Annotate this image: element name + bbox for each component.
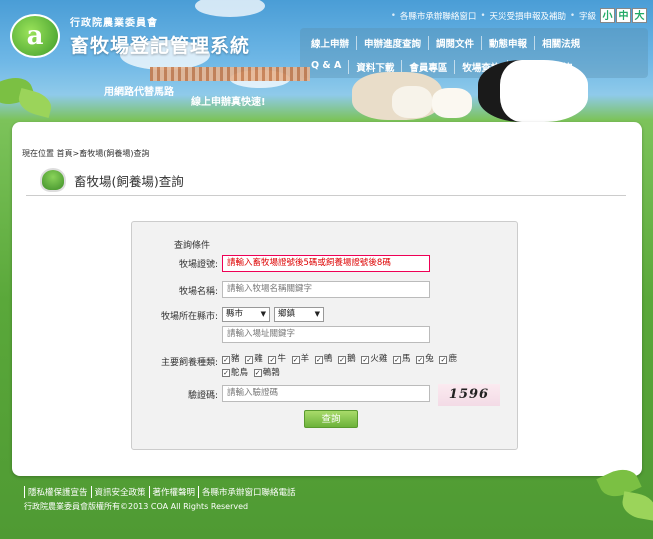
search-submit-button[interactable]: 查詢	[304, 410, 358, 428]
nav-row-1: 線上申辦 申辦進度查詢 調閱文件 動態申報 相關法規	[304, 36, 587, 50]
species-checkbox[interactable]: ✓ 雞	[245, 353, 263, 366]
county-label: 牧場所在縣市:	[160, 312, 218, 322]
coa-logo-icon[interactable]: a	[10, 14, 60, 58]
species-checkbox[interactable]: ✓ 火雞	[361, 353, 387, 366]
species-label-rabbit: 兔	[425, 354, 434, 364]
species-label-goose: 鵝	[347, 354, 356, 364]
species-label: 主要飼養種類:	[160, 358, 218, 368]
font-size-label: 字級	[578, 11, 596, 22]
page-header: 畜牧場(飼養場)查詢	[40, 168, 184, 192]
chevron-down-icon: ▼	[260, 310, 266, 318]
chevron-down-icon: ▼	[314, 310, 320, 318]
species-checkbox[interactable]: ✓ 鴕鳥	[222, 367, 248, 380]
checkbox-checked-icon[interactable]: ✓	[268, 355, 277, 364]
footer-link-county-contacts[interactable]: 各縣市承辦窗口聯絡電話	[198, 486, 299, 498]
copyright-text: 行政院農業委員會版權所有©2013 COA All Rights Reserve…	[24, 502, 249, 511]
species-label-ostrich: 鴕鳥	[231, 367, 249, 378]
fence-decoration	[150, 67, 310, 81]
checkbox-checked-icon[interactable]: ✓	[245, 355, 254, 364]
town-select[interactable]: 鄉鎮 ▼	[274, 307, 324, 322]
page-title: 畜牧場(飼養場)查詢	[74, 173, 184, 189]
address-input[interactable]: 請輸入場址關鍵字	[222, 326, 430, 343]
breadcrumb-home[interactable]: 首頁	[57, 149, 73, 158]
main-nav: 線上申辦 申辦進度查詢 調閱文件 動態申報 相關法規 Q & A 資料下載 會員…	[300, 28, 648, 78]
checkbox-checked-icon[interactable]: ✓	[253, 369, 262, 377]
species-label-turkey: 火雞	[370, 354, 388, 364]
leaf-decoration	[15, 87, 55, 119]
captcha-input[interactable]: 請輸入驗證碼	[222, 385, 430, 402]
checkbox-checked-icon[interactable]: ✓	[222, 369, 230, 377]
checkbox-checked-icon[interactable]: ✓	[222, 355, 230, 364]
species-checkbox[interactable]: ✓ 兔	[416, 353, 434, 366]
species-checkbox[interactable]: ✓ 鵪鶉	[253, 367, 280, 380]
breadcrumb-label: 現在位置	[22, 149, 54, 158]
species-checkbox[interactable]: ✓ 牛	[268, 353, 286, 366]
captcha-label: 驗證碼:	[187, 391, 218, 401]
slogan-line-2: 線上申辦真快速!	[191, 97, 266, 108]
cow-image	[478, 60, 588, 122]
divider	[26, 195, 626, 196]
nav-item-dynamic-report[interactable]: 動態申報	[481, 36, 534, 50]
nav-item-online-apply[interactable]: 線上申辦	[304, 36, 356, 50]
site-header: a 行政院農業委員會 畜牧場登記管理系統 • 各縣市承辦聯絡窗口 • 天災受損申…	[0, 0, 653, 122]
top-utility-bar: • 各縣市承辦聯絡窗口 • 天災受損申報及補助 • 字級 小 中 大	[391, 8, 647, 23]
site-title[interactable]: 畜牧場登記管理系統	[70, 31, 250, 58]
footer-links: 隱私權保護宣告 資訊安全政策 著作權聲明 各縣市承辦窗口聯絡電話	[24, 486, 299, 498]
species-checkbox[interactable]: ✓ 鹿	[439, 353, 457, 366]
slogan-line-1: 用網路代替馬路	[104, 87, 174, 98]
reg-number-input[interactable]: 請輸入畜牧場證號後5碼或飼養場證號後8碼	[222, 255, 430, 272]
footer-link-privacy[interactable]: 隱私權保護宣告	[24, 486, 91, 498]
county-select[interactable]: 縣市 ▼	[222, 307, 270, 322]
species-checkbox-group: ✓ 豬 ✓ 雞 ✓ 牛 ✓ 羊 ✓ 鴨 ✓ 鵝 ✓ 火雞 ✓ 馬 ✓ 兔 ✓ 鹿 ✓ 鴕鳥 ✓ 鵪鶉	[222, 353, 487, 380]
species-checkbox[interactable]: ✓ 鴨	[314, 353, 333, 366]
species-label-deer: 鹿	[448, 354, 457, 364]
nav-item-progress[interactable]: 申辦進度查詢	[356, 36, 428, 50]
checkbox-checked-icon[interactable]: ✓	[314, 355, 323, 364]
font-size-switcher: 小 中 大	[600, 8, 647, 23]
checkbox-checked-icon[interactable]: ✓	[393, 355, 402, 364]
town-select-value: 鄉鎮	[278, 309, 296, 319]
nav-item-qa[interactable]: Q & A	[304, 60, 348, 74]
cloud-decoration	[195, 0, 265, 17]
species-checkbox[interactable]: ✓ 豬	[222, 353, 240, 366]
species-checkbox[interactable]: ✓ 馬	[393, 353, 411, 366]
species-label-quail: 鵪鶉	[262, 367, 280, 378]
font-small-button[interactable]: 小	[600, 8, 615, 23]
breadcrumb: 現在位置 首頁>畜牧場(飼養場)查詢	[22, 148, 150, 159]
species-label-duck: 鴨	[323, 354, 333, 364]
checkbox-checked-icon[interactable]: ✓	[439, 355, 448, 364]
breadcrumb-current: 畜牧場(飼養場)查詢	[79, 149, 150, 158]
footer-link-copyright[interactable]: 著作權聲明	[148, 486, 199, 498]
font-large-button[interactable]: 大	[632, 8, 647, 23]
agency-name: 行政院農業委員會	[70, 18, 158, 29]
reg-number-label: 牧場證號:	[178, 260, 218, 270]
species-label-cattle: 牛	[277, 354, 286, 364]
farm-name-label: 牧場名稱:	[178, 287, 218, 297]
species-checkbox[interactable]: ✓ 羊	[291, 353, 310, 366]
species-checkbox[interactable]: ✓ 鵝	[338, 353, 356, 366]
footer-link-security[interactable]: 資訊安全政策	[90, 486, 149, 498]
county-contact-link[interactable]: 各縣市承辦聯絡窗口	[400, 10, 477, 22]
checkbox-checked-icon[interactable]: ✓	[291, 355, 300, 364]
species-label-pig: 豬	[231, 354, 240, 364]
species-label-chicken: 雞	[254, 354, 263, 364]
county-select-value: 縣市	[226, 309, 244, 319]
disaster-report-link[interactable]: 天災受損申報及補助	[489, 10, 566, 22]
species-label-sheep: 羊	[300, 354, 310, 364]
checkbox-checked-icon[interactable]: ✓	[416, 355, 425, 364]
checkbox-checked-icon[interactable]: ✓	[361, 355, 370, 364]
plant-pot-icon	[40, 168, 66, 192]
goat-image	[432, 88, 472, 118]
nav-item-regulations[interactable]: 相關法規	[534, 36, 587, 50]
leaf-decoration	[620, 491, 653, 521]
farm-name-input[interactable]: 請輸入牧場名稱關鍵字	[222, 281, 430, 298]
captcha-image: 1596	[438, 384, 500, 406]
checkbox-checked-icon[interactable]: ✓	[338, 355, 347, 364]
form-legend: 查詢條件	[173, 241, 210, 251]
species-label-horse: 馬	[402, 354, 411, 364]
font-medium-button[interactable]: 中	[616, 8, 631, 23]
nav-item-documents[interactable]: 調閱文件	[428, 36, 481, 50]
goat-image	[392, 86, 432, 118]
